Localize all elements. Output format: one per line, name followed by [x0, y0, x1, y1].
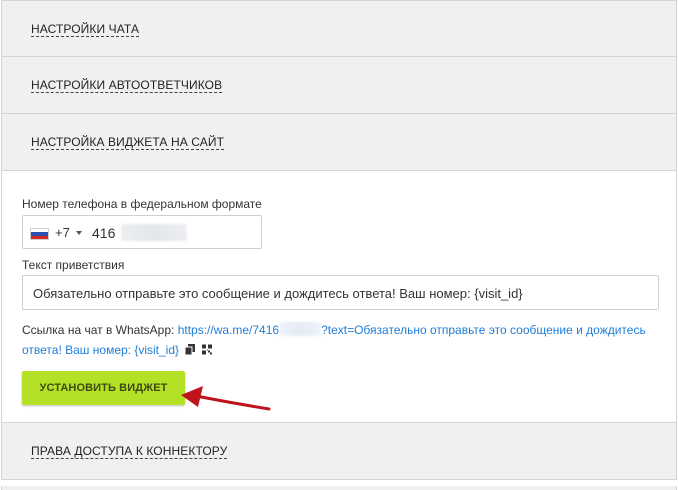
redacted-phone [121, 224, 187, 241]
greeting-input[interactable]: Обязательно отправьте это сообщение и до… [22, 275, 659, 310]
greeting-label: Текст приветствия [22, 258, 125, 272]
phone-label: Номер телефона в федеральном формате [22, 197, 262, 211]
section-chat-settings[interactable]: НАСТРОЙКИ ЧАТА [2, 0, 676, 57]
settings-accordion: НАСТРОЙКИ ЧАТА НАСТРОЙКИ АВТООТВЕТЧИКОВ … [1, 0, 677, 480]
phone-input[interactable]: +7 416 [22, 215, 262, 249]
next-section-edge [1, 486, 677, 490]
section-title-chat-settings[interactable]: НАСТРОЙКИ ЧАТА [31, 23, 140, 37]
whatsapp-link-row: Ссылка на чат в WhatsApp: https://wa.me/… [22, 320, 652, 360]
phone-value[interactable]: 416 [92, 225, 115, 241]
greeting-value[interactable]: Обязательно отправьте это сообщение и до… [33, 286, 523, 301]
section-widget-settings[interactable]: НАСТРОЙКА ВИДЖЕТА НА САЙТ [2, 114, 676, 171]
redacted-link [279, 322, 322, 336]
widget-settings-panel: Номер телефона в федеральном формате +7 … [2, 171, 676, 423]
section-title-autoresponder-settings[interactable]: НАСТРОЙКИ АВТООТВЕТЧИКОВ [31, 79, 223, 93]
flag-ru-icon[interactable] [30, 228, 49, 240]
whatsapp-link-part1[interactable]: https://wa.me/7416 [178, 323, 279, 337]
whatsapp-link-label: Ссылка на чат в WhatsApp: [22, 323, 175, 337]
section-title-widget-settings[interactable]: НАСТРОЙКА ВИДЖЕТА НА САЙТ [31, 136, 225, 150]
country-code[interactable]: +7 [55, 225, 70, 240]
dropdown-caret-icon[interactable] [76, 231, 82, 235]
section-title-connector-access[interactable]: ПРАВА ДОСТУПА К КОННЕКТОРУ [31, 445, 228, 459]
copy-icon[interactable] [185, 344, 196, 355]
section-connector-access[interactable]: ПРАВА ДОСТУПА К КОННЕКТОРУ [2, 423, 676, 480]
install-widget-button[interactable]: УСТАНОВИТЬ ВИДЖЕТ [22, 371, 185, 405]
qr-code-icon[interactable] [201, 344, 212, 355]
section-autoresponder-settings[interactable]: НАСТРОЙКИ АВТООТВЕТЧИКОВ [2, 57, 676, 114]
